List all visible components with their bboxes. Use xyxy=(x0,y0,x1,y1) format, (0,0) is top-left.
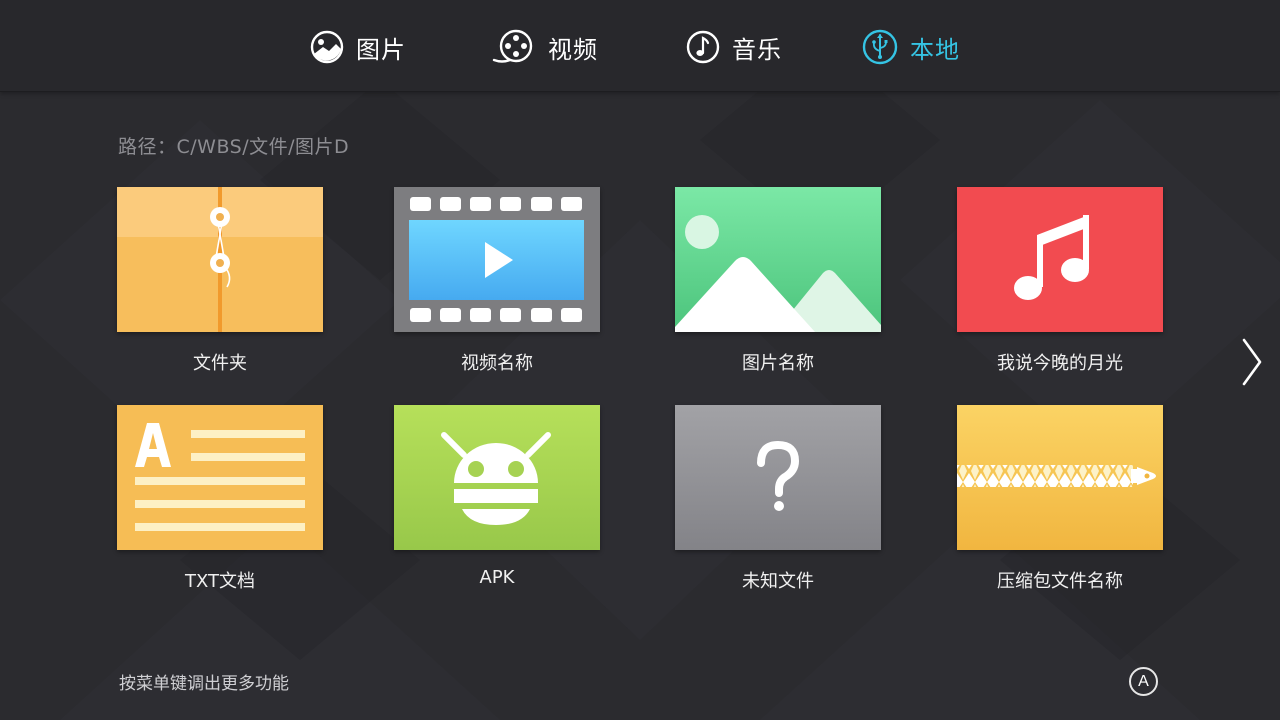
file-name: 未知文件 xyxy=(742,571,814,592)
tab-music[interactable]: 音乐 xyxy=(686,27,782,67)
video-thumbnail xyxy=(394,187,600,332)
path-breadcrumb: 路径：C/WBS/文件/图片D xyxy=(118,136,350,158)
text-document-icon xyxy=(117,405,323,550)
file-browser-screen: 图片 视频 音乐 本地 路径：C/WBS/文件/图片D 文件夹 视频名称 图片名… xyxy=(0,0,1280,720)
file-tile-image[interactable]: 图片名称 xyxy=(675,187,881,375)
tab-pictures[interactable]: 图片 xyxy=(310,27,406,67)
music-file-icon xyxy=(957,187,1163,332)
image-file-icon xyxy=(675,187,881,332)
file-name: TXT文档 xyxy=(184,571,255,592)
file-tile-apk[interactable]: APK xyxy=(394,405,600,588)
file-tile-music[interactable]: 我说今晚的月光 xyxy=(957,187,1163,375)
folder-thumbnail xyxy=(117,187,323,332)
file-name: 文件夹 xyxy=(193,353,247,374)
txt-thumbnail xyxy=(117,405,323,550)
file-name: APK xyxy=(479,567,515,588)
file-tile-txt[interactable]: TXT文档 xyxy=(117,405,323,593)
zip-archive-icon xyxy=(957,405,1163,550)
image-icon xyxy=(310,30,344,64)
android-icon xyxy=(394,405,600,550)
question-mark-icon xyxy=(675,405,881,550)
a-button[interactable]: A xyxy=(1129,667,1158,696)
music-thumbnail xyxy=(957,187,1163,332)
tab-videos[interactable]: 视频 xyxy=(492,27,598,67)
file-tile-unknown[interactable]: 未知文件 xyxy=(675,405,881,593)
file-name: 视频名称 xyxy=(461,353,533,374)
tab-local[interactable]: 本地 xyxy=(862,27,960,67)
image-thumbnail xyxy=(675,187,881,332)
file-name: 图片名称 xyxy=(742,353,814,374)
usb-icon xyxy=(862,29,898,65)
file-tile-zip[interactable]: 压缩包文件名称 xyxy=(957,405,1163,593)
unknown-thumbnail xyxy=(675,405,881,550)
zip-thumbnail xyxy=(957,405,1163,550)
file-tile-folder[interactable]: 文件夹 xyxy=(117,187,323,375)
film-reel-icon xyxy=(492,29,533,63)
chevron-right-icon[interactable] xyxy=(1238,336,1266,388)
menu-hint-text: 按菜单键调出更多功能 xyxy=(119,674,289,694)
file-name: 我说今晚的月光 xyxy=(997,353,1123,374)
top-navigation-bar: 图片 视频 音乐 本地 xyxy=(0,0,1280,92)
file-tile-video[interactable]: 视频名称 xyxy=(394,187,600,375)
apk-thumbnail xyxy=(394,405,600,550)
tab-label: 音乐 xyxy=(732,35,782,64)
tab-label: 视频 xyxy=(548,35,598,64)
video-file-icon xyxy=(394,187,600,332)
music-note-icon xyxy=(686,30,720,64)
tab-label: 本地 xyxy=(910,35,960,64)
folder-icon xyxy=(117,187,323,332)
tab-label: 图片 xyxy=(356,35,406,64)
file-name: 压缩包文件名称 xyxy=(997,571,1123,592)
